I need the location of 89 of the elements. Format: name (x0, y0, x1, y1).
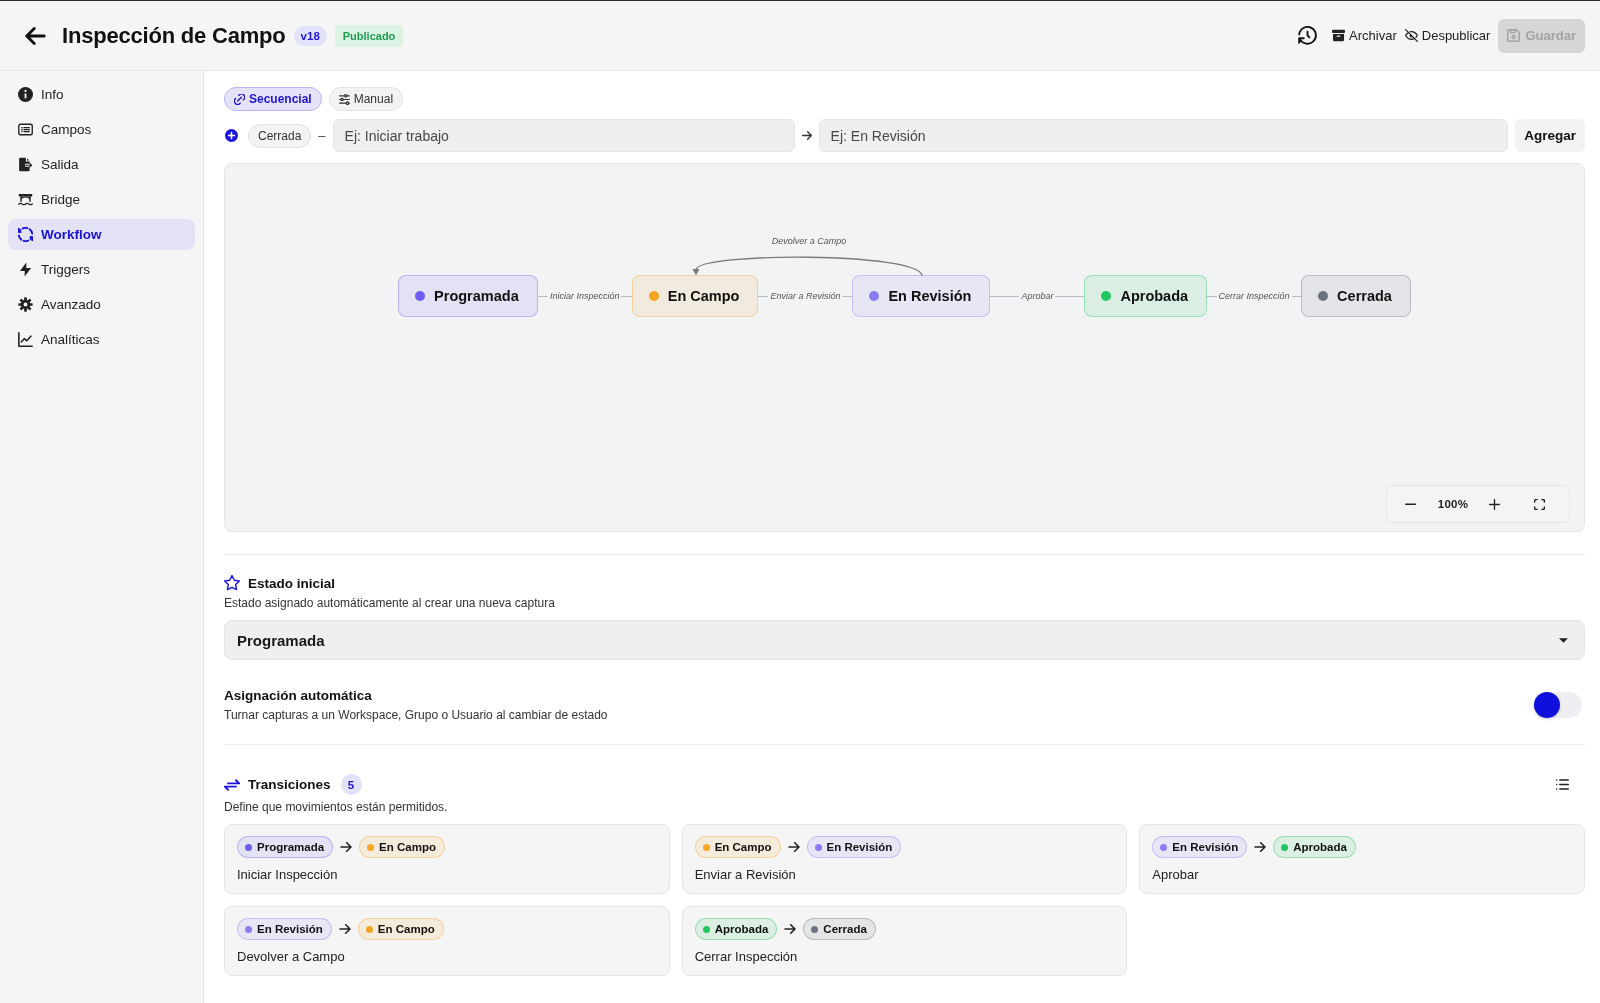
section-description: Estado asignado automáticamente al crear una nueva captura (224, 596, 556, 610)
edge-label: Aprobar (1019, 290, 1056, 302)
transition-name-input[interactable]: Ej: Iniciar trabajo (332, 119, 795, 152)
state-tag-label: En Revisión (257, 923, 323, 935)
plus-icon (1488, 498, 1500, 510)
transition-name: Aprobar (1152, 867, 1200, 882)
gear-icon (18, 297, 33, 312)
state-tag-label: En Campo (714, 841, 772, 853)
transition-card[interactable]: Programada En Campo Iniciar Inspección (224, 824, 670, 894)
sidebar-item[interactable]: Info (8, 79, 195, 110)
link-icon (234, 93, 245, 105)
state-node-label: En Revisión (888, 288, 972, 304)
info-icon (18, 87, 33, 102)
arrow-right-icon (801, 131, 812, 140)
add-circle-icon (225, 129, 238, 142)
state-tag-label: Aprobada (714, 923, 769, 935)
state-tag-label: En Revisión (826, 841, 893, 853)
sidebar-item[interactable]: Analíticas (8, 324, 195, 355)
edge-label: Cerrar Inspección (1216, 290, 1292, 302)
transition-name: Enviar a Revisión (694, 867, 797, 882)
unpublish-button[interactable]: Despublicar (1404, 28, 1491, 43)
sidebar-item[interactable]: Workflow (8, 219, 195, 250)
sidebar-item[interactable]: Bridge (8, 184, 195, 215)
eye-off-icon (1404, 29, 1418, 42)
history-button[interactable] (1296, 24, 1319, 47)
archive-box-icon (1332, 29, 1346, 42)
sidebar-item[interactable]: Triggers (8, 254, 195, 285)
file-export-icon (18, 157, 33, 172)
arrow-right-icon (338, 924, 351, 934)
sidebar-item[interactable]: Salida (8, 149, 195, 180)
edge-label: Devolver a Campo (769, 235, 849, 247)
lightning-bolt-icon (18, 262, 33, 277)
mode-tab[interactable]: Secuencial (224, 87, 322, 111)
swap-arrows-icon (224, 776, 240, 793)
list-view-icon (1555, 779, 1569, 790)
mode-tab[interactable]: Manual (328, 87, 404, 111)
version-badge: v18 (293, 25, 327, 46)
edge-label: Enviar a Revisión (768, 290, 843, 302)
state-tag-label: En Campo (379, 841, 436, 853)
arrow-right-icon (340, 842, 353, 852)
transition-card[interactable]: Aprobada Cerrada Cerrar Inspección (681, 906, 1128, 976)
from-state-select[interactable]: Cerrada (248, 123, 312, 148)
toggle-switch[interactable] (1534, 692, 1582, 718)
section-description: Turnar capturas a un Workspace, Grupo o Usuario al cambiar de estado (224, 708, 608, 722)
edge-label: Iniciar Inspección (547, 290, 622, 302)
back-arrow-icon (24, 26, 46, 45)
section-title: Asignación automática (224, 688, 373, 703)
minus-icon (1404, 502, 1416, 506)
line-chart-icon (18, 332, 33, 347)
arrow-right-icon (1254, 842, 1267, 852)
history-icon (1297, 26, 1317, 45)
state-node-label: Cerrada (1337, 288, 1392, 304)
sliders-icon (338, 93, 350, 105)
add-button[interactable]: Agregar (1515, 119, 1585, 152)
initial-state-select[interactable]: Programada (224, 620, 1585, 660)
state-node-label: Programada (434, 288, 519, 304)
transition-card[interactable]: En Revisión En Campo Devolver a Campo (224, 906, 670, 976)
transition-name: Iniciar Inspección (237, 867, 339, 882)
star-icon (224, 575, 240, 591)
section-title: Estado inicial (248, 575, 336, 591)
status-badge: Publicado (334, 24, 404, 47)
list-box-icon (18, 122, 33, 137)
transition-card[interactable]: En Revisión Aprobada Aprobar (1139, 824, 1585, 894)
caret-down-icon (1559, 637, 1568, 643)
state-node-label: Aprobada (1120, 288, 1189, 304)
arrow-right-icon (784, 924, 797, 934)
state-tag-label: Programada (257, 841, 325, 853)
state-tag-label: Cerrada (823, 923, 867, 935)
state-tag-label: En Campo (377, 923, 435, 935)
state-tag-label: En Revisión (1172, 841, 1239, 853)
transition-card[interactable]: En Campo En Revisión Enviar a Revisión (681, 824, 1128, 894)
count-badge: 5 (340, 774, 362, 795)
sidebar-item[interactable]: Avanzado (8, 289, 195, 320)
transition-name: Cerrar Inspección (694, 949, 799, 964)
sidebar-item[interactable]: Campos (8, 114, 195, 145)
archive-button[interactable]: Archivar (1332, 28, 1397, 43)
state-tag-label: Aprobada (1293, 841, 1347, 853)
page-title: Inspección de Campo (62, 22, 286, 49)
dash-separator: – (318, 128, 326, 143)
section-title: Transiciones (248, 777, 331, 792)
arrow-right-icon (787, 842, 800, 852)
zoom-level: 100% (1436, 498, 1470, 510)
target-state-input[interactable]: Ej: En Revisión (818, 119, 1509, 152)
fullscreen-icon (1533, 498, 1545, 510)
transition-name: Devolver a Campo (237, 949, 346, 964)
state-node-label: En Campo (667, 288, 740, 304)
section-description: Define que movimientos están permitidos. (224, 800, 449, 814)
bridge-icon (18, 192, 33, 207)
refresh-arrows-icon (18, 227, 33, 242)
